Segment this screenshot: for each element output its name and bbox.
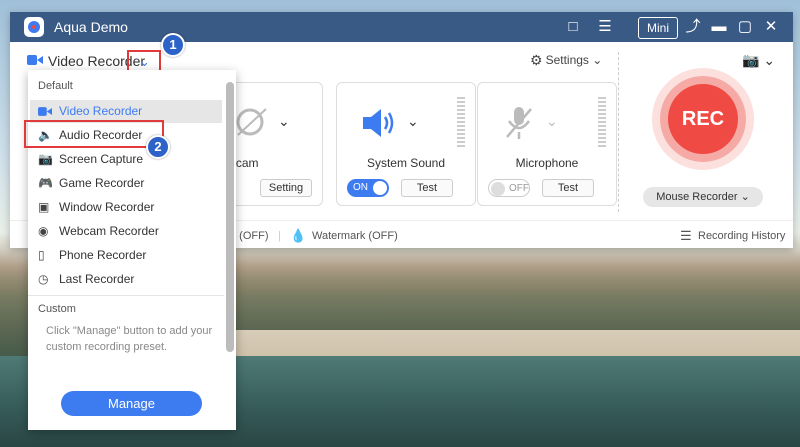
gear-icon: ⚙ bbox=[530, 52, 543, 68]
background-beach bbox=[236, 330, 800, 356]
step-badge-2: 2 bbox=[146, 135, 170, 159]
custom-hint-text: Click "Manage" button to add your custom… bbox=[46, 325, 213, 353]
mini-button[interactable]: Mini bbox=[638, 17, 678, 39]
app-logo-icon bbox=[24, 17, 44, 37]
system-sound-card: ⌄ System Sound ON Test bbox=[336, 82, 476, 206]
step-badge-1: 1 bbox=[161, 33, 185, 57]
screenshot-button[interactable]: 📷 ⌄ bbox=[742, 52, 775, 69]
minimize-icon[interactable]: ▬ bbox=[710, 18, 728, 36]
toggle-knob bbox=[491, 182, 505, 196]
feedback-icon[interactable]: □ bbox=[564, 18, 582, 36]
gamepad-icon: 🎮 bbox=[38, 176, 53, 190]
window-icon: ▣ bbox=[38, 200, 50, 214]
toggle-knob bbox=[373, 181, 387, 195]
menu-item-label: Game Recorder bbox=[59, 176, 145, 190]
menu-item-phone-recorder[interactable]: ▯ Phone Recorder bbox=[30, 244, 222, 267]
phone-icon: ▯ bbox=[38, 248, 45, 262]
default-section-title: Default bbox=[38, 80, 73, 92]
system-sound-test-button[interactable]: Test bbox=[401, 179, 453, 197]
rec-button[interactable]: REC bbox=[668, 84, 738, 154]
webcam-setting-button[interactable]: Setting bbox=[260, 179, 312, 197]
settings-button[interactable]: ⚙ Settings ⌄ bbox=[530, 52, 602, 69]
webcam-icon: ◉ bbox=[38, 224, 49, 238]
menu-item-label: Window Recorder bbox=[59, 200, 155, 214]
menu-icon[interactable]: ☰ bbox=[596, 18, 614, 36]
system-sound-toggle[interactable]: ON bbox=[347, 179, 389, 197]
watermark-option[interactable]: Watermark (OFF) bbox=[312, 230, 398, 242]
menu-item-window-recorder[interactable]: ▣ Window Recorder bbox=[30, 196, 222, 219]
settings-label: Settings bbox=[545, 53, 589, 67]
title-bar: Aqua Demo □ ☰ Mini ⤴ ▬ ▢ ✕ bbox=[10, 12, 793, 42]
close-icon[interactable]: ✕ bbox=[762, 18, 780, 36]
microphone-card: ⌄ Microphone OFF Test bbox=[477, 82, 617, 206]
restore-icon[interactable]: ▢ bbox=[736, 18, 754, 36]
divider bbox=[28, 295, 224, 296]
menu-item-label: Screen Capture bbox=[59, 152, 144, 166]
app-title: Aqua Demo bbox=[54, 19, 128, 35]
pin-icon[interactable]: ⤴ bbox=[684, 18, 702, 36]
watermark-icon: 💧 bbox=[290, 228, 307, 243]
highlight-audio-recorder bbox=[24, 120, 164, 148]
system-sound-label: System Sound bbox=[366, 156, 446, 170]
divider bbox=[618, 52, 619, 212]
mic-meter bbox=[598, 97, 606, 149]
manage-button[interactable]: Manage bbox=[61, 391, 202, 416]
webcam-icon bbox=[236, 108, 267, 136]
menu-item-last-recorder[interactable]: ◷ Last Recorder bbox=[30, 268, 222, 291]
recording-history-link[interactable]: Recording History bbox=[698, 230, 785, 242]
video-camera-icon bbox=[38, 107, 52, 116]
microphone-label: Microphone bbox=[515, 156, 579, 170]
chevron-down-icon: ⌄ bbox=[139, 54, 150, 69]
mouse-recorder-button[interactable]: Mouse Recorder ⌄ bbox=[643, 187, 763, 207]
menu-item-label: Phone Recorder bbox=[59, 248, 147, 262]
menu-item-label: Webcam Recorder bbox=[59, 224, 159, 238]
menu-item-game-recorder[interactable]: 🎮 Game Recorder bbox=[30, 172, 222, 195]
chevron-down-icon[interactable]: ⌄ bbox=[407, 113, 419, 130]
mouse-recorder-label: Mouse Recorder bbox=[656, 191, 738, 203]
menu-item-screen-capture[interactable]: 📷 Screen Capture bbox=[30, 148, 222, 171]
volume-meter bbox=[457, 97, 465, 149]
speaker-icon bbox=[363, 109, 394, 137]
microphone-muted-icon bbox=[506, 107, 532, 139]
mode-dropdown-button[interactable]: ⌄ bbox=[127, 50, 161, 72]
menu-item-webcam-recorder[interactable]: ◉ Webcam Recorder bbox=[30, 220, 222, 243]
microphone-test-button[interactable]: Test bbox=[542, 179, 594, 197]
list-icon: ☰ bbox=[680, 228, 692, 243]
menu-item-label: Last Recorder bbox=[59, 272, 135, 286]
custom-section-title: Custom bbox=[38, 303, 76, 315]
clock-icon: ◷ bbox=[38, 272, 49, 286]
scrollbar[interactable] bbox=[226, 82, 234, 352]
camera-icon: 📷 bbox=[38, 152, 53, 166]
chevron-down-icon[interactable]: ⌄ bbox=[278, 113, 290, 130]
separator: | bbox=[278, 230, 281, 242]
toggle-text: OFF bbox=[509, 183, 529, 194]
chevron-down-icon[interactable]: ⌄ bbox=[546, 113, 558, 130]
toggle-text: ON bbox=[353, 182, 368, 193]
microphone-toggle[interactable]: OFF bbox=[488, 179, 530, 197]
video-camera-icon bbox=[27, 55, 43, 65]
